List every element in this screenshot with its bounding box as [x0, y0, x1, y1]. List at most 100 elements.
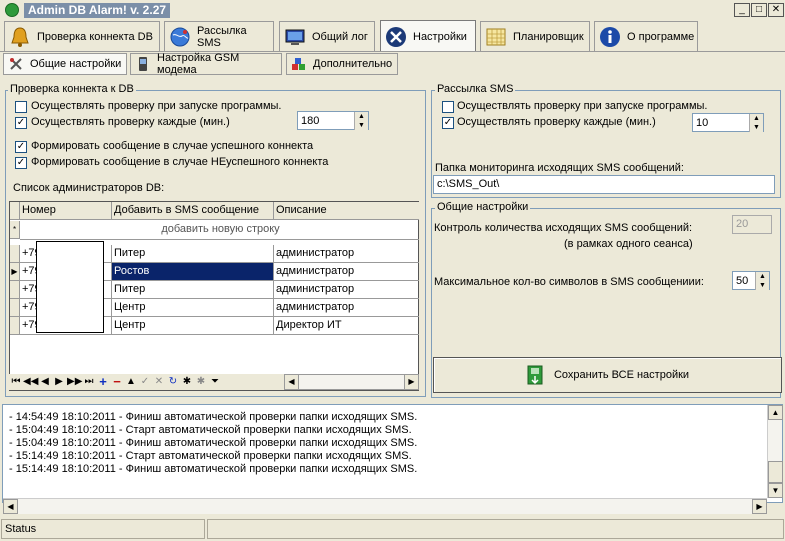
cell-sms[interactable]: Центр: [112, 317, 274, 335]
redacted-block: [36, 241, 104, 333]
nav-next-page-icon[interactable]: ▶▶: [67, 375, 82, 388]
sms-folder-input[interactable]: c:\SMS_Out\: [433, 175, 775, 194]
sms-count-label: Контроль количества исходящих SMS сообще…: [434, 222, 693, 234]
spin-up-button[interactable]: ▲: [354, 112, 368, 121]
sms-count-input[interactable]: 20: [732, 215, 772, 234]
nav-next-icon[interactable]: ▶: [53, 375, 65, 388]
db-msg-fail-label: Формировать сообщение в случае НЕуспешно…: [31, 156, 329, 168]
tools-icon: [10, 58, 22, 70]
sms-interval-spinner[interactable]: 10 ▲ ▼: [692, 113, 764, 132]
spin-down-button[interactable]: ▼: [749, 123, 763, 132]
spin-up-button[interactable]: ▲: [749, 114, 763, 123]
subtab-label: Дополнительно: [313, 58, 393, 70]
log-hscrollbar[interactable]: ◀ ▶: [3, 498, 767, 514]
log-line: - 15:04:49 18:10:2011 - Старт автоматиче…: [9, 424, 412, 436]
nav-filter-clear-icon[interactable]: ✱: [195, 375, 207, 388]
max-chars-spinner[interactable]: 50 ▲ ▼: [732, 271, 770, 290]
calendar-icon: [486, 28, 506, 45]
sms-count-sublabel: (в рамках одного сеанса): [564, 238, 693, 250]
tab-sms[interactable]: Рассылка SMS: [164, 21, 274, 51]
nav-funnel-icon[interactable]: ⏷: [209, 375, 221, 388]
scroll-up-button[interactable]: ▲: [768, 405, 783, 420]
log-vscrollbar[interactable]: ▲ ▼: [767, 405, 783, 498]
tab-about[interactable]: О программе: [594, 21, 698, 51]
spinner-value: 50: [736, 275, 749, 287]
nav-refresh-icon[interactable]: ↻: [167, 375, 179, 388]
cell-sms[interactable]: Питер: [112, 245, 274, 263]
row-indicator: [10, 317, 20, 335]
sms-check-on-start-checkbox[interactable]: [442, 101, 454, 113]
cell-desc[interactable]: администратор: [274, 299, 419, 317]
db-msg-fail-checkbox[interactable]: ✓: [15, 157, 27, 169]
tools-icon: [386, 26, 406, 47]
tab-label: Общий лог: [312, 30, 368, 43]
tab-log[interactable]: Общий лог: [279, 21, 375, 51]
scroll-down-button[interactable]: ▼: [768, 483, 783, 498]
bell-icon: [11, 26, 29, 47]
nav-prev-icon[interactable]: ◀: [39, 375, 51, 388]
sms-check-every-checkbox[interactable]: ✓: [442, 117, 454, 129]
db-check-every-checkbox[interactable]: ✓: [15, 117, 27, 129]
scroll-thumb[interactable]: [768, 461, 783, 483]
sms-group-title: Рассылка SMS: [435, 83, 516, 95]
col-header-sms[interactable]: Добавить в SMS сообщение: [112, 202, 274, 220]
scroll-right-button[interactable]: ▶: [404, 375, 418, 389]
cell-desc[interactable]: администратор: [274, 281, 419, 299]
cell-desc[interactable]: Директор ИТ: [274, 317, 419, 335]
db-check-on-start-checkbox[interactable]: [15, 101, 27, 113]
spin-up-button[interactable]: ▲: [755, 272, 769, 281]
sms-check-on-start-label: Осуществлять проверку при запуске програ…: [457, 100, 708, 112]
admin-grid[interactable]: Номер Добавить в SMS сообщение Описание …: [9, 201, 419, 391]
tab-label: Проверка коннекта DB: [37, 30, 153, 43]
nav-cancel-icon[interactable]: ✕: [153, 375, 165, 388]
scroll-left-button[interactable]: ◀: [3, 499, 18, 514]
cell-desc[interactable]: администратор: [274, 263, 419, 281]
db-msg-success-checkbox[interactable]: ✓: [15, 141, 27, 153]
phone-icon: [139, 57, 147, 71]
subtab-gsm[interactable]: Настройка GSM модема: [130, 52, 282, 76]
add-row-button[interactable]: добавить новую строку: [20, 221, 419, 240]
tab-label: Планировщик: [513, 30, 584, 43]
minimize-button[interactable]: _: [734, 3, 750, 17]
nav-delete-icon[interactable]: −: [111, 375, 123, 388]
nav-filter-icon[interactable]: ✱: [181, 375, 193, 388]
app-icon: [5, 3, 19, 17]
tab-scheduler[interactable]: Планировщик: [480, 21, 590, 51]
spinner-value: 10: [696, 117, 709, 129]
subtab-general[interactable]: Общие настройки: [3, 53, 127, 75]
spin-down-button[interactable]: ▼: [354, 121, 368, 130]
blocks-icon: [292, 58, 305, 70]
row-indicator: [10, 245, 20, 263]
nav-up-icon[interactable]: ▲: [125, 375, 137, 388]
nav-first-icon[interactable]: ⏮: [10, 375, 22, 388]
db-interval-spinner[interactable]: 180 ▲ ▼: [297, 111, 369, 130]
col-header-desc[interactable]: Описание: [274, 202, 419, 220]
subtab-label: Настройка GSM модема: [157, 52, 240, 76]
tab-settings[interactable]: Настройки: [380, 20, 476, 52]
tab-label: О программе: [627, 30, 695, 43]
scroll-right-button[interactable]: ▶: [752, 499, 767, 514]
status-panel-secondary: [207, 519, 784, 539]
cell-sms[interactable]: Питер: [112, 281, 274, 299]
nav-add-icon[interactable]: +: [97, 375, 109, 388]
log-panel[interactable]: - 14:54:49 18:10:2011 - Финиш автоматиче…: [2, 404, 783, 503]
spin-down-button[interactable]: ▼: [755, 281, 769, 290]
col-header-number[interactable]: Номер: [20, 202, 112, 220]
cell-desc[interactable]: администратор: [274, 245, 419, 263]
nav-prev-page-icon[interactable]: ◀◀: [23, 375, 38, 388]
row-indicator: *: [10, 221, 20, 239]
nav-confirm-icon[interactable]: ✓: [139, 375, 151, 388]
subtab-extra[interactable]: Дополнительно: [286, 53, 398, 75]
tab-divider: [0, 51, 785, 52]
maximize-button[interactable]: □: [751, 3, 767, 17]
save-all-button[interactable]: Сохранить ВСЕ настройки: [433, 357, 782, 393]
cell-sms[interactable]: Центр: [112, 299, 274, 317]
close-button[interactable]: ✕: [768, 3, 784, 17]
grid-hscrollbar[interactable]: ◀ ▶: [284, 374, 419, 390]
tab-db-connect[interactable]: Проверка коннекта DB: [4, 21, 160, 51]
row-indicator: [10, 281, 20, 299]
sms-check-every-label: Осуществлять проверку каждые (мин.): [457, 116, 656, 128]
scroll-left-button[interactable]: ◀: [285, 375, 299, 389]
cell-sms-selected[interactable]: Ростов: [112, 263, 274, 281]
nav-last-icon[interactable]: ⏭: [83, 375, 95, 388]
